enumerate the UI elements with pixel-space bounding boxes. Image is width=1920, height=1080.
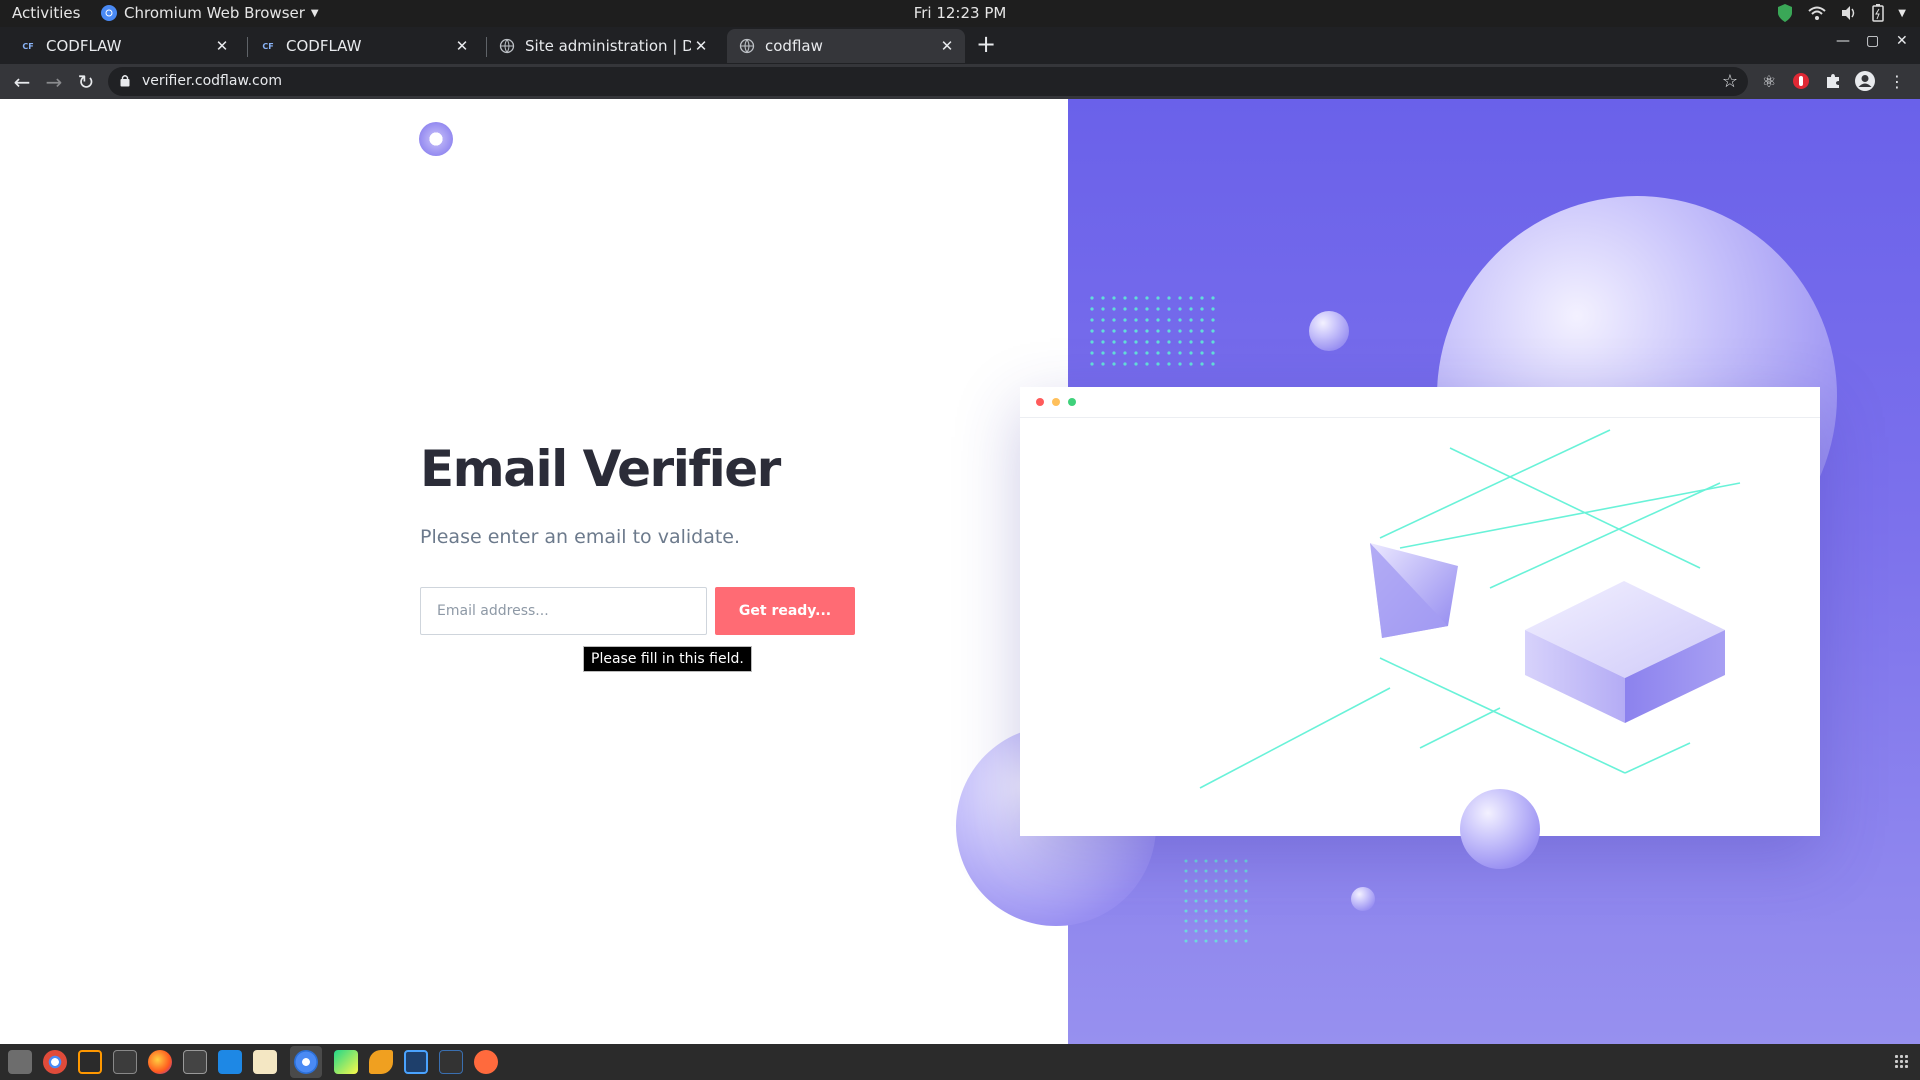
- dot-grid-decoration: [1184, 859, 1254, 949]
- globe-icon: [499, 38, 515, 54]
- pycharm-icon[interactable]: [334, 1050, 358, 1074]
- terminal-icon[interactable]: [113, 1050, 137, 1074]
- clock[interactable]: Fri 12:23 PM: [0, 4, 1920, 22]
- files-icon[interactable]: [8, 1050, 32, 1074]
- react-devtools-icon[interactable]: ⚛: [1758, 70, 1780, 92]
- tab-title: CODFLAW: [46, 37, 122, 55]
- shield-icon: [1778, 4, 1793, 22]
- validation-tooltip: Please fill in this field.: [583, 646, 752, 672]
- close-icon[interactable]: ✕: [691, 37, 711, 55]
- chromium-icon[interactable]: [294, 1050, 318, 1074]
- site-logo[interactable]: [419, 122, 453, 156]
- show-applications-icon[interactable]: [1894, 1054, 1908, 1068]
- close-window-icon[interactable]: ✕: [1896, 33, 1908, 49]
- web-page: Email Verifier Please enter an email to …: [0, 99, 1920, 1044]
- get-ready-submit-button[interactable]: Get ready...: [715, 587, 855, 635]
- bookmark-star-icon[interactable]: ☆: [1722, 71, 1738, 92]
- menu-kebab-icon[interactable]: ⋮: [1886, 70, 1908, 92]
- text-editor-icon[interactable]: [253, 1050, 277, 1074]
- hero-text: Email Verifier Please enter an email to …: [420, 444, 980, 548]
- email-address-input[interactable]: [420, 587, 707, 635]
- close-icon[interactable]: ✕: [212, 37, 232, 55]
- postman-icon[interactable]: [474, 1050, 498, 1074]
- isometric-illustration: [1199, 429, 1741, 789]
- address-bar[interactable]: verifier.codflaw.com ☆: [108, 67, 1748, 96]
- profile-avatar-icon[interactable]: [1854, 70, 1876, 92]
- volume-icon: [1842, 6, 1855, 20]
- mockup-yellow-dot: [1052, 398, 1060, 406]
- tab-codflaw-active[interactable]: codflaw ✕: [727, 29, 965, 63]
- tab-title: Site administration | Djan: [525, 37, 691, 55]
- bottom-sphere-illustration: [1460, 789, 1540, 869]
- codflaw-favicon-icon: CF: [262, 41, 274, 51]
- wifi-icon: [1808, 6, 1826, 20]
- page-subtitle: Please enter an email to validate.: [420, 526, 741, 548]
- mockup-red-dot: [1036, 398, 1044, 406]
- firefox-icon[interactable]: [148, 1050, 172, 1074]
- minimize-icon[interactable]: —: [1836, 33, 1850, 49]
- tab-codflaw-1[interactable]: CF CODFLAW ✕: [8, 29, 240, 63]
- globe-icon: [739, 38, 755, 54]
- screenshot-icon[interactable]: [183, 1050, 207, 1074]
- reload-icon[interactable]: ↻: [72, 68, 100, 96]
- mysql-workbench-icon[interactable]: [404, 1050, 428, 1074]
- system-tray[interactable]: ▼: [1776, 3, 1906, 23]
- vscode-icon[interactable]: [218, 1050, 242, 1074]
- extensions-puzzle-icon[interactable]: [1822, 70, 1844, 92]
- taskbar-dock: [0, 1044, 1920, 1080]
- tiny-sphere-illustration: [1351, 887, 1375, 911]
- close-icon[interactable]: ✕: [937, 37, 957, 55]
- tab-site-administration[interactable]: Site administration | Djan ✕: [487, 29, 719, 63]
- codflaw-favicon-icon: CF: [22, 41, 34, 51]
- battery-icon: [1872, 4, 1885, 22]
- tab-title: codflaw: [765, 37, 823, 55]
- chrome-icon[interactable]: [43, 1050, 67, 1074]
- small-sphere-illustration: [1309, 311, 1349, 351]
- tab-codflaw-2[interactable]: CF CODFLAW ✕: [248, 29, 480, 63]
- url-text: verifier.codflaw.com: [142, 73, 282, 89]
- browser-toolbar: ← → ↻ verifier.codflaw.com ☆ ⚛ ⋮: [0, 64, 1920, 99]
- dbeaver-icon[interactable]: [369, 1050, 393, 1074]
- browser-mockup-illustration: [1020, 387, 1820, 836]
- maximize-icon[interactable]: ▢: [1866, 33, 1879, 49]
- back-arrow-icon[interactable]: ←: [8, 68, 36, 96]
- dot-grid-decoration: [1090, 296, 1220, 366]
- browser-tab-strip: CF CODFLAW ✕ CF CODFLAW ✕ Site administr…: [0, 27, 1920, 64]
- lock-icon: [120, 75, 130, 87]
- mockup-titlebar: [1020, 387, 1820, 418]
- app-launcher-icon[interactable]: [439, 1050, 463, 1074]
- mockup-green-dot: [1068, 398, 1076, 406]
- tab-title: CODFLAW: [286, 37, 362, 55]
- extension-red-icon[interactable]: [1790, 70, 1812, 92]
- chevron-down-icon: ▼: [1898, 7, 1906, 19]
- close-icon[interactable]: ✕: [452, 37, 472, 55]
- forward-arrow-icon[interactable]: →: [40, 68, 68, 96]
- page-title: Email Verifier: [420, 440, 781, 498]
- new-tab-icon[interactable]: +: [976, 30, 996, 58]
- system-top-bar: Activities Chromium Web Browser ▼ Fri 12…: [0, 0, 1920, 27]
- sublime-text-icon[interactable]: [78, 1050, 102, 1074]
